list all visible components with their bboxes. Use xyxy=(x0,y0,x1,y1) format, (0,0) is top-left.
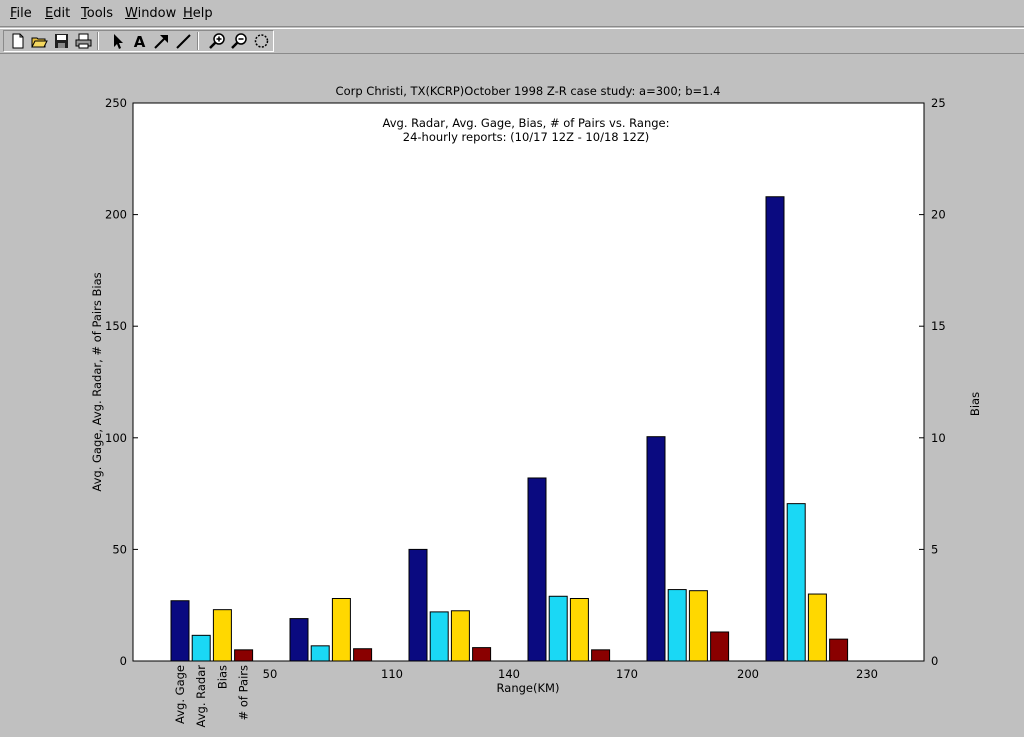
x-tick-label: 170 xyxy=(616,667,638,681)
bar-avg-gage xyxy=(527,477,547,662)
save-icon xyxy=(55,34,68,48)
bar-bias xyxy=(688,590,708,662)
insert-arrow-icon xyxy=(154,35,168,49)
x-tick-label: 50 xyxy=(263,667,278,681)
chart-title: Corp Christi, TX(KCRP)October 1998 Z-R c… xyxy=(336,84,721,98)
figure-toolbar: A xyxy=(0,28,1024,54)
menu-file[interactable]: File xyxy=(10,6,32,21)
bar-of-pairs xyxy=(234,649,254,662)
svg-text:A: A xyxy=(134,33,146,50)
group-label: Avg. Gage xyxy=(173,665,187,724)
bar-bias xyxy=(807,593,827,662)
group-label: Avg. Radar xyxy=(194,665,208,728)
bar-bias xyxy=(331,598,351,662)
new-figure-button[interactable] xyxy=(8,32,27,50)
menu-bar: File Edit Tools Window Help xyxy=(0,0,1024,27)
y2-tick-label: 15 xyxy=(931,319,946,333)
group-label: # of Pairs xyxy=(237,665,251,720)
insert-line-icon xyxy=(176,34,191,49)
x-tick-label: 110 xyxy=(381,667,403,681)
menu-window[interactable]: Window xyxy=(125,6,176,21)
bar-of-pairs xyxy=(591,649,611,662)
y2-tick-label: 5 xyxy=(931,542,938,556)
bar-bias xyxy=(212,609,232,662)
open-file-button[interactable] xyxy=(30,32,49,50)
group-label: Bias xyxy=(215,665,229,689)
y-tick-label: 0 xyxy=(120,654,127,668)
bar-avg-gage xyxy=(170,600,190,662)
y2-tick-label: 0 xyxy=(931,654,938,668)
y2-tick-label: 10 xyxy=(931,431,946,445)
open-file-icon xyxy=(31,37,48,48)
menu-help[interactable]: Help xyxy=(183,6,213,21)
bar-avg-radar xyxy=(786,503,806,662)
bar-avg-radar xyxy=(191,634,211,662)
bar-avg-gage xyxy=(408,548,428,662)
insert-text-icon: A xyxy=(134,33,146,50)
bar-avg-radar xyxy=(310,645,330,662)
y-tick-label: 250 xyxy=(105,96,127,110)
bar-of-pairs xyxy=(353,648,373,662)
y-tick-label: 50 xyxy=(112,542,127,556)
y2-tick-label: 25 xyxy=(931,96,946,110)
save-button[interactable] xyxy=(52,32,71,50)
insert-arrow-button[interactable] xyxy=(152,32,171,50)
y-tick-label: 100 xyxy=(105,431,127,445)
bar-of-pairs xyxy=(829,638,849,662)
bar-avg-radar xyxy=(667,589,687,662)
bar-bias xyxy=(450,610,470,662)
bar-bias xyxy=(569,598,589,662)
y2-axis-label: Bias xyxy=(968,392,982,416)
y2-tick-label: 20 xyxy=(931,208,946,222)
select-arrow-button[interactable] xyxy=(109,32,128,50)
chart-subtitle-line-2: 24-hourly reports: (10/17 12Z - 10/18 12… xyxy=(403,130,649,144)
zoom-out-icon xyxy=(231,33,247,49)
rotate-icon xyxy=(254,34,269,48)
bar-avg-gage xyxy=(289,618,309,662)
new-figure-icon xyxy=(12,33,24,49)
menu-edit[interactable]: Edit xyxy=(45,6,70,21)
print-icon xyxy=(75,33,92,49)
bar-avg-radar xyxy=(429,611,449,662)
y-tick-label: 200 xyxy=(105,208,127,222)
chart-subtitle-line-1: Avg. Radar, Avg. Gage, Bias, # of Pairs … xyxy=(383,116,670,130)
bar-of-pairs xyxy=(710,631,730,662)
bar-avg-gage xyxy=(765,196,785,662)
x-tick-label: 140 xyxy=(498,667,520,681)
x-tick-label: 230 xyxy=(856,667,878,681)
insert-text-button[interactable]: A xyxy=(130,32,149,50)
bar-avg-radar xyxy=(548,595,568,662)
insert-line-button[interactable] xyxy=(174,32,193,50)
bar-of-pairs xyxy=(472,647,492,662)
y-tick-label: 150 xyxy=(105,319,127,333)
figure-canvas: Corp Christi, TX(KCRP)October 1998 Z-R c… xyxy=(90,84,982,728)
zoom-in-icon xyxy=(209,33,225,49)
rotate-button[interactable] xyxy=(252,32,271,50)
x-axis-label: Range(KM) xyxy=(497,681,560,695)
zoom-out-button[interactable] xyxy=(230,32,249,50)
zoom-in-button[interactable] xyxy=(208,32,227,50)
menu-tools[interactable]: Tools xyxy=(81,6,113,21)
select-arrow-icon xyxy=(114,34,123,49)
toolbar-separator xyxy=(97,32,99,50)
toolbar-separator xyxy=(197,32,199,50)
print-button[interactable] xyxy=(74,32,93,50)
bar-avg-gage xyxy=(646,436,666,662)
x-tick-label: 200 xyxy=(737,667,759,681)
y-axis-label: Avg. Gage, Avg. Radar, # of Pairs Bias xyxy=(90,272,104,491)
